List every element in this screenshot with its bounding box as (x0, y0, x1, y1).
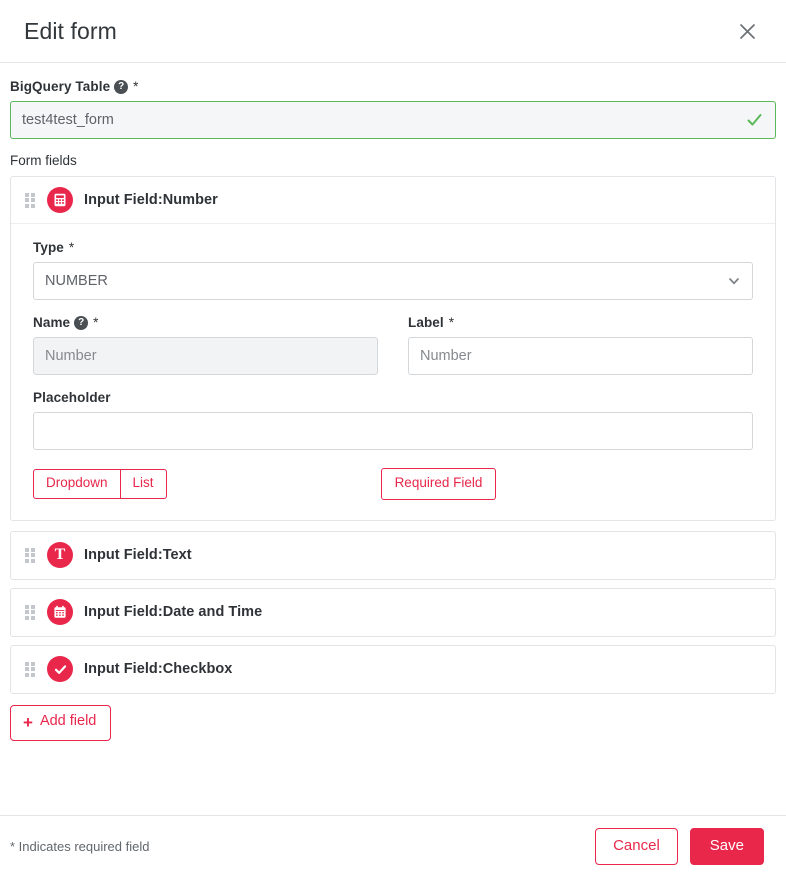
help-circle-icon[interactable]: ? (74, 315, 89, 330)
required-marker: * (93, 315, 99, 330)
form-fields-section-label: Form fields (10, 153, 77, 168)
name-label-text: Name (33, 315, 71, 330)
field-card-header-text[interactable]: T Input Field:Text (11, 532, 775, 579)
required-marker: * (68, 240, 75, 255)
placeholder-label-text: Placeholder (33, 390, 111, 405)
placeholder-input[interactable] (33, 412, 753, 450)
field-card-body-number: Type * NUMBER Name ? * Number Label * Nu… (11, 224, 775, 520)
field-title: Input Field:Text (84, 547, 192, 564)
drag-handle-icon[interactable] (25, 192, 36, 208)
dropdown-button[interactable]: Dropdown (33, 469, 120, 499)
field-card-header-checkbox[interactable]: Input Field:Checkbox (11, 646, 775, 693)
field-options-row: Dropdown List Required Field (33, 468, 753, 500)
name-input[interactable] (33, 337, 378, 375)
dialog-body: BigQuery Table ? * Form fields (0, 63, 786, 815)
close-icon[interactable] (732, 16, 762, 46)
calendar-icon (47, 599, 73, 626)
field-card-header-number[interactable]: Input Field:Number (11, 177, 775, 224)
placeholder-label: Placeholder (33, 390, 753, 405)
field-title: Input Field:Number (84, 192, 218, 208)
help-circle-icon[interactable]: ? (114, 79, 129, 94)
field-card-checkbox: Input Field:Checkbox (10, 644, 776, 694)
required-marker: * (448, 315, 455, 330)
bigquery-table-label-text: BigQuery Table (10, 79, 111, 94)
label-input[interactable] (408, 337, 753, 375)
edit-form-dialog: Edit form BigQuery Table ? * Form fields (0, 0, 786, 877)
name-label: Name ? * (33, 315, 378, 330)
add-field-button[interactable]: + Add field (10, 704, 112, 741)
page-title: Edit form (24, 17, 117, 44)
required-field-note: * Indicates required field (10, 839, 150, 854)
type-select-wrap: NUMBER (33, 262, 753, 300)
dropdown-list-toggle-group: Dropdown List (33, 469, 167, 499)
required-marker: * (133, 79, 139, 94)
drag-handle-icon[interactable] (25, 547, 36, 563)
field-title: Input Field:Date and Time (84, 604, 263, 621)
text-t-icon: T (47, 542, 73, 569)
name-column: Name ? * (33, 315, 378, 375)
type-select[interactable]: NUMBER (33, 262, 753, 300)
letter-t: T (54, 546, 66, 564)
dialog-header: Edit form (0, 0, 786, 63)
field-title: Input Field:Checkbox (84, 661, 233, 678)
field-card-header-date-and-time[interactable]: Input Field:Date and Time (11, 589, 775, 636)
label-label-text: Label (408, 315, 444, 330)
label-column: Label * (408, 315, 753, 375)
calculator-icon (47, 187, 73, 213)
type-label: Type * (33, 240, 753, 255)
type-select-value: NUMBER (45, 273, 108, 289)
list-button[interactable]: List (119, 469, 167, 499)
add-field-label: Add field (39, 713, 97, 730)
label-label: Label * (408, 315, 753, 330)
name-label-row: Name ? * Label * (33, 315, 753, 375)
bigquery-table-label: BigQuery Table ? * (10, 79, 776, 94)
field-card-number: Input Field:Number Type * NUMBER Name ? … (10, 176, 776, 521)
dialog-footer: * Indicates required field Cancel Save (0, 815, 786, 877)
bigquery-table-input-wrap (10, 101, 776, 139)
field-card-text: T Input Field:Text (10, 530, 776, 580)
drag-handle-icon[interactable] (25, 661, 36, 677)
check-circle-icon (47, 656, 73, 683)
save-button[interactable]: Save (689, 827, 764, 866)
type-label-text: Type (33, 240, 64, 255)
bigquery-table-input[interactable] (10, 101, 776, 139)
field-card-date-and-time: Input Field:Date and Time (10, 587, 776, 637)
cancel-button[interactable]: Cancel (595, 827, 678, 866)
plus-icon: + (23, 712, 33, 732)
drag-handle-icon[interactable] (25, 604, 36, 620)
check-icon (745, 111, 764, 130)
required-field-button[interactable]: Required Field (380, 468, 497, 500)
placeholder-block: Placeholder (33, 390, 753, 450)
